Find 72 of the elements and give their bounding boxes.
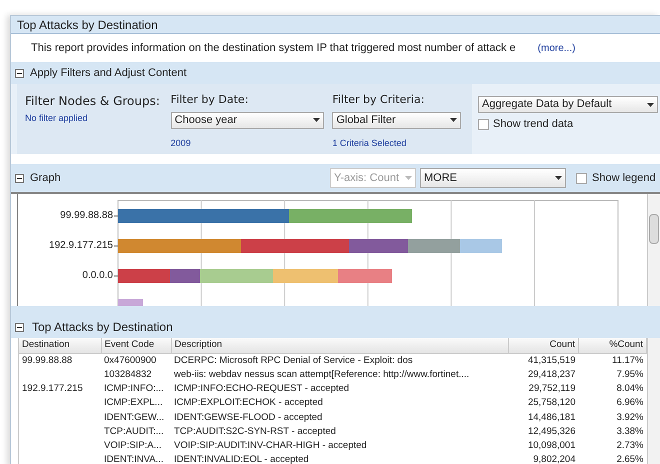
caret-icon [312,118,320,122]
collapse-icon[interactable] [15,68,24,78]
table-cell-text: ICMP:EXPL... [103,396,164,410]
column-header[interactable]: Description [171,338,508,353]
table-cell-text: ICMP:INFO:ECHO-REQUEST - accepted [173,382,350,396]
table-cell-text: 192.9.177.215 [21,382,84,396]
more-link[interactable]: (more...) [538,40,576,56]
table-cell-text: 14,486,181 [526,410,576,424]
table-cell-text: TCP:AUDIT:... [103,424,165,439]
table-cell: 11.17% [578,353,646,368]
filter-label: Filter by Criteria: [332,92,426,108]
axis-label: 192.9.177.215 [49,240,113,252]
table-cell-text: IDENT:GEW... [103,410,166,424]
table-cell: DCERPC: Microsoft RPC Denial of Service - Exploit: dos [171,353,508,368]
table-cell-text: 103284832 [103,368,153,382]
checkbox[interactable] [576,172,587,184]
filter-label: Filter Nodes & Groups: [25,93,161,110]
table-cell-text: web-iis: webdav nessus scan attempt[Reference: http://www.fortinet.... [173,368,470,382]
caret-icon [647,102,654,106]
filter-link[interactable]: No filter applied [25,112,171,126]
table-cell-text: 6.96% [616,396,644,410]
criteria-link[interactable]: 1 Criteria Selected [332,136,472,150]
section-title: Apply Filters and Adjust Content [30,66,187,81]
checkbox[interactable] [478,118,489,130]
section-title: Top Attacks by Destination [32,319,173,336]
year-select[interactable]: Choose year [170,112,324,128]
table-cell-text: 7.95% [616,368,644,382]
table-cell-text: 10,098,001 [526,439,576,453]
table-cell-text: 12,495,326 [526,424,576,439]
table-cell-text: IDENT:GEWSE-FLOOD - accepted [173,410,324,424]
checkbox-label: Show trend data [493,117,574,132]
table-cell-text: IDENT:INVA... [103,453,164,464]
collapse-icon[interactable] [15,174,24,182]
table-cell-text: 29,418,237 [526,368,576,382]
caret-icon [405,176,412,180]
scrollbar[interactable] [647,194,660,306]
table-cell-text: 3.92% [616,410,644,424]
aggregate-select[interactable]: Aggregate Data by Default [478,96,658,113]
column-header[interactable]: Count [508,338,578,353]
table-cell-text: 25,758,120 [526,396,576,410]
table-cell-text: ICMP:INFO:... [103,382,165,396]
table-cell-text: ICMP:EXPLOIT:ECHOK - accepted [173,396,324,410]
scrollbar[interactable] [647,338,660,464]
description-text: This report provides information on the destination system IP that triggered most number of attack e [31,40,516,56]
table-cell: 41,315,519 [508,353,578,368]
table-cell-text: 9,802,204 [532,453,576,464]
table-cell-text: 2.65% [616,453,644,464]
collapse-icon[interactable] [15,322,24,332]
table-cell: 99.99.88.88 [19,353,101,368]
caret-icon [555,176,562,180]
axis-label: 99.99.88.88 [60,210,113,222]
filter-label: Filter by Date: [170,92,250,108]
column-header[interactable]: Destination [19,338,101,353]
table-cell: 0x47600900 [101,353,171,368]
table-cell-text: VOIP:SIP:AUDIT:INV-CHAR-HIGH - accepted [173,439,368,453]
section-title: Graph [30,170,62,186]
column-header[interactable]: %Count [578,338,646,353]
table-cell-text: 3.38% [616,424,644,439]
checkbox-label: Show legend [592,170,656,186]
table-cell-text: VOIP:SIP:A... [103,439,163,453]
axis-label: 0.0.0.0 [82,270,113,282]
more-select[interactable]: MORE [420,168,566,188]
table-cell-text: 8.04% [616,382,644,396]
column-header[interactable]: Event Code [101,338,171,353]
date-link[interactable]: 2009 [170,136,332,150]
panel-title: Top Attacks by Destination [17,16,158,34]
table-cell-text: 29,752,119 [528,382,576,396]
table-cell-text: TCP:AUDIT:S2C-SYN-RST - accepted [173,424,337,439]
criteria-select[interactable]: Global Filter [332,112,462,128]
table-cell-text: IDENT:INVALID:EOL - accepted [173,453,310,464]
table-cell-text: 2.73% [616,439,644,453]
caret-icon [450,118,458,122]
